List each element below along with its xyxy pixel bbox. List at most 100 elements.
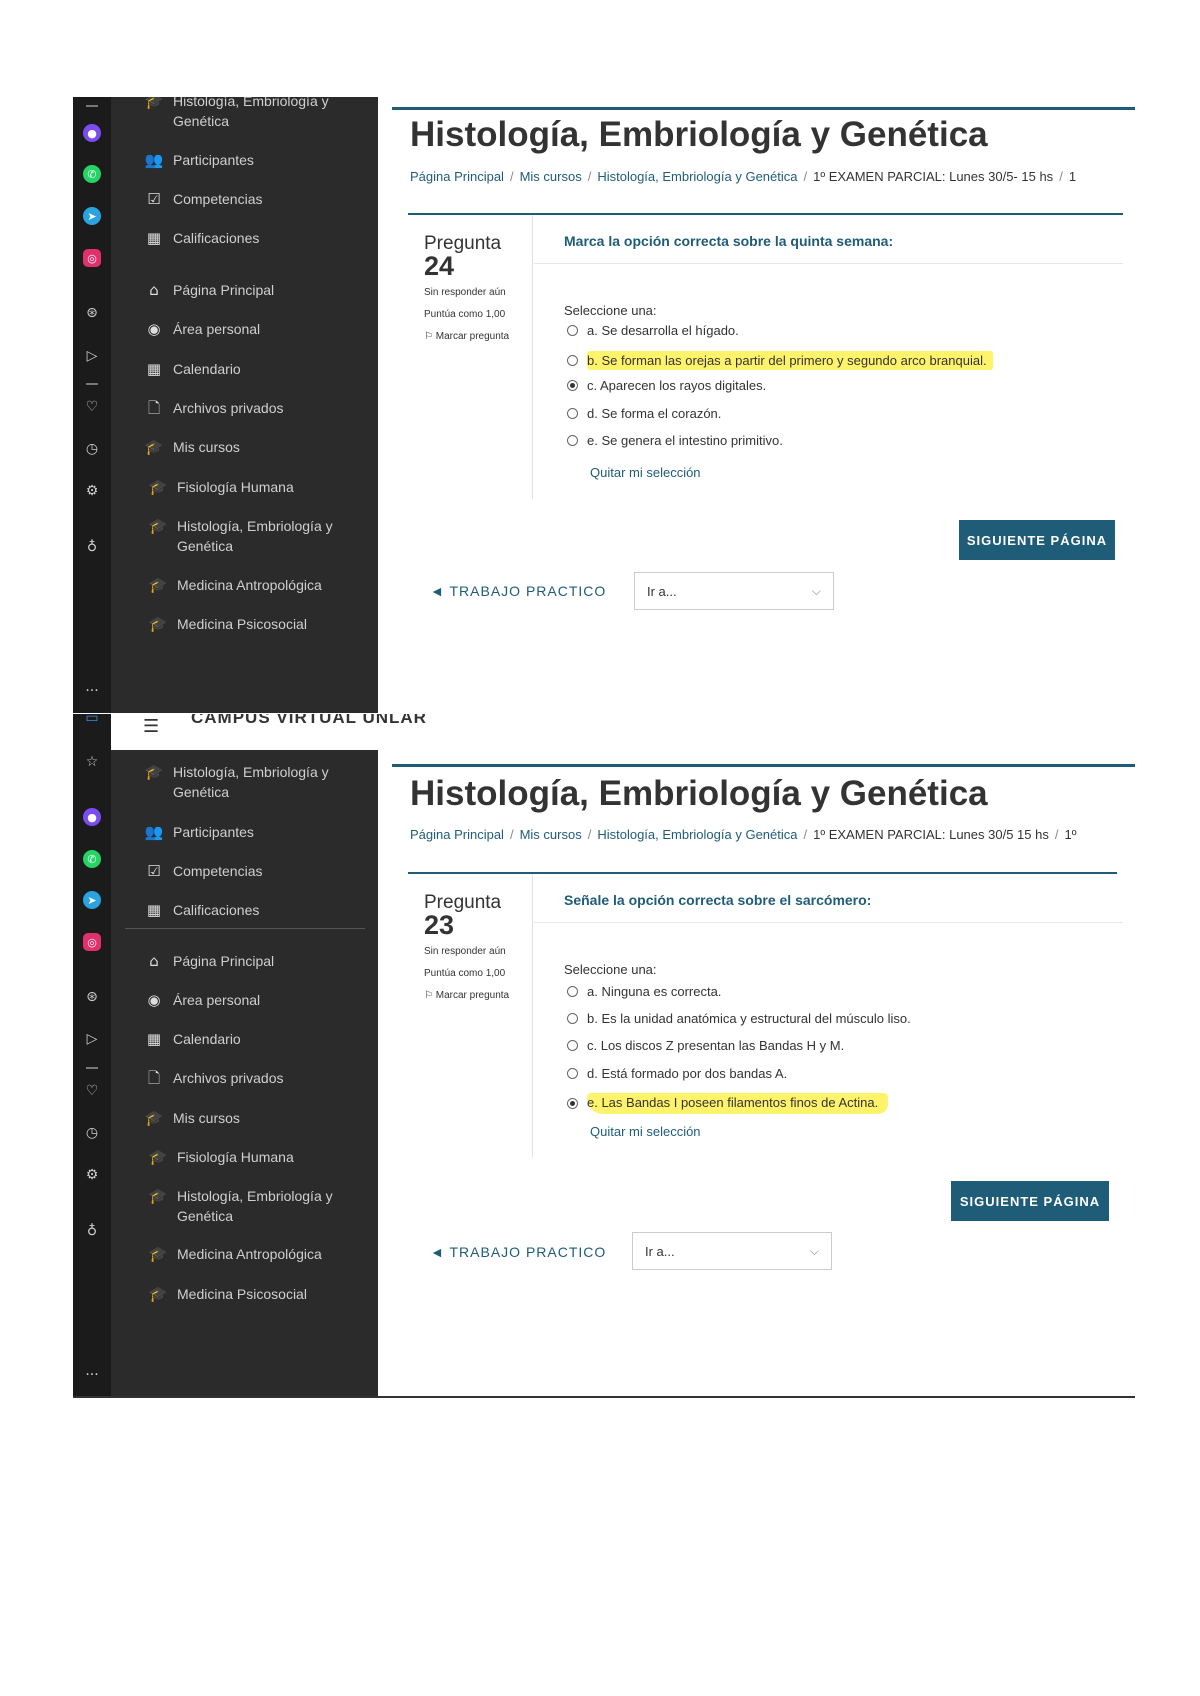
telegram-icon[interactable]: ➤ [83, 891, 101, 909]
messenger-icon[interactable]: ● [83, 808, 101, 826]
nav-item-grades[interactable]: ▦ Calificaciones [143, 228, 353, 248]
instagram-icon[interactable]: ◎ [83, 249, 101, 267]
jump-to-select[interactable]: Ir a... ⌵ [632, 1232, 832, 1270]
nav-item-course[interactable]: 🎓 Histología, Embriología y Genética [143, 97, 353, 131]
nav-item-course-antropologica[interactable]: 🎓 Medicina Antropológica [147, 1244, 357, 1264]
nav-item-calendar[interactable]: ▦ Calendario [143, 1029, 353, 1049]
send-icon[interactable]: ▷ [82, 346, 102, 366]
star-icon[interactable]: ☆ [82, 752, 102, 772]
nav-item-private-files[interactable]: 🗋 Archivos privados [143, 1068, 353, 1088]
breadcrumb-home[interactable]: Página Principal [410, 169, 504, 184]
player-icon[interactable]: ⊛ [82, 303, 102, 323]
nav-item-grades[interactable]: ▦ Calificaciones [143, 900, 353, 920]
nav-item-course[interactable]: 🎓 Histología, Embriología y Genética [143, 762, 353, 802]
history-icon[interactable]: ◷ [82, 439, 102, 459]
nav-item-my-courses[interactable]: 🎓 Mis cursos [143, 437, 353, 457]
option-e[interactable]: e. Se genera el intestino primitivo. [567, 433, 783, 448]
breadcrumb-exam[interactable]: 1º EXAMEN PARCIAL: Lunes 30/5 15 hs [813, 827, 1049, 842]
nav-item-course-fisiologia[interactable]: 🎓 Fisiología Humana [147, 1147, 357, 1167]
radio-button[interactable] [567, 355, 578, 366]
settings-icon[interactable]: ⚙ [82, 481, 102, 501]
nav-item-dashboard[interactable]: ◉ Área personal [143, 990, 353, 1010]
prev-activity-link[interactable]: ◄ TRABAJO PRACTICO [430, 583, 606, 599]
jump-to-select[interactable]: Ir a... ⌵ [634, 572, 834, 610]
nav-item-course-fisiologia[interactable]: 🎓 Fisiología Humana [147, 477, 357, 497]
instagram-icon[interactable]: ◎ [83, 933, 101, 951]
site-name[interactable]: CAMPUS VIRTUAL UNLAR [191, 714, 427, 728]
radio-button[interactable] [567, 325, 578, 336]
telegram-icon[interactable]: ➤ [83, 207, 101, 225]
more-icon[interactable]: ··· [82, 681, 102, 701]
radio-button-selected[interactable] [567, 380, 578, 391]
location-icon[interactable]: ♁ [82, 537, 102, 557]
nav-item-home[interactable]: ⌂ Página Principal [143, 951, 353, 971]
radio-button[interactable] [567, 1013, 578, 1024]
option-b[interactable]: b. Se forman las orejas a partir del pri… [567, 351, 993, 370]
send-icon[interactable]: ▷ [82, 1029, 102, 1049]
nav-label: Calificaciones [173, 902, 260, 918]
radio-button[interactable] [567, 986, 578, 997]
nav-item-participants[interactable]: 👥 Participantes [143, 822, 353, 842]
question-status: Sin responder aún [424, 287, 506, 298]
radio-button[interactable] [567, 1068, 578, 1079]
mortarboard-icon: 🎓 [144, 97, 164, 110]
next-page-button[interactable]: SIGUIENTE PÁGINA [951, 1181, 1109, 1221]
nav-label: Participantes [173, 152, 254, 168]
nav-item-my-courses[interactable]: 🎓 Mis cursos [143, 1108, 353, 1128]
table-icon: ▦ [146, 229, 162, 247]
option-b[interactable]: b. Es la unidad anatómica y estructural … [567, 1011, 911, 1026]
radio-button-selected[interactable] [567, 1098, 578, 1109]
flag-question[interactable]: ⚐ Marcar pregunta [424, 990, 509, 1001]
nav-label: Área personal [173, 992, 261, 1008]
whatsapp-icon[interactable]: ✆ [83, 850, 101, 868]
breadcrumb-course[interactable]: Histología, Embriología y Genética [597, 169, 797, 184]
history-icon[interactable]: ◷ [82, 1123, 102, 1143]
radio-button[interactable] [567, 408, 578, 419]
heart-icon[interactable]: ♡ [82, 397, 102, 417]
radio-button[interactable] [567, 1040, 578, 1051]
player-icon[interactable]: ⊛ [82, 987, 102, 1007]
prev-activity-link[interactable]: ◄ TRABAJO PRACTICO [430, 1244, 606, 1260]
nav-item-dashboard[interactable]: ◉ Área personal [143, 319, 353, 339]
nav-item-home[interactable]: ⌂ Página Principal [143, 280, 353, 300]
menu-icon[interactable]: ☰ [143, 716, 159, 737]
breadcrumb-my-courses[interactable]: Mis cursos [520, 827, 582, 842]
clear-choice-link[interactable]: Quitar mi selección [590, 1124, 701, 1139]
mortarboard-icon: 🎓 [148, 517, 168, 535]
nav-item-course-histologia[interactable]: 🎓 Histología, Embriología y Genética [147, 516, 357, 556]
option-label: a. Ninguna es correcta. [587, 984, 722, 999]
nav-item-competencies[interactable]: ☑ Competencias [143, 861, 353, 881]
more-icon[interactable]: ··· [82, 1365, 102, 1385]
heart-icon[interactable]: ♡ [82, 1081, 102, 1101]
tab-icon[interactable]: ▭ [82, 714, 102, 728]
breadcrumb-exam[interactable]: 1º EXAMEN PARCIAL: Lunes 30/5- 15 hs [813, 169, 1053, 184]
location-icon[interactable]: ♁ [82, 1221, 102, 1241]
nav-item-course-psicosocial[interactable]: 🎓 Medicina Psicosocial [147, 1284, 357, 1304]
radio-button[interactable] [567, 435, 578, 446]
nav-item-course-antropologica[interactable]: 🎓 Medicina Antropológica [147, 575, 357, 595]
option-c[interactable]: c. Aparecen los rayos digitales. [567, 378, 766, 393]
option-a[interactable]: a. Se desarrolla el hígado. [567, 323, 739, 338]
nav-item-competencies[interactable]: ☑ Competencias [143, 189, 353, 209]
next-page-button[interactable]: SIGUIENTE PÁGINA [959, 520, 1115, 560]
nav-item-private-files[interactable]: 🗋 Archivos privados [143, 398, 353, 418]
clear-choice-link[interactable]: Quitar mi selección [590, 465, 701, 480]
mortarboard-icon: 🎓 [144, 1109, 164, 1127]
breadcrumb-home[interactable]: Página Principal [410, 827, 504, 842]
settings-icon[interactable]: ⚙ [82, 1165, 102, 1185]
option-e[interactable]: e. Las Bandas I poseen filamentos finos … [567, 1093, 889, 1114]
nav-item-calendar[interactable]: ▦ Calendario [143, 359, 353, 379]
option-a[interactable]: a. Ninguna es correcta. [567, 984, 721, 999]
nav-item-course-histologia[interactable]: 🎓 Histología, Embriología y Genética [147, 1186, 357, 1226]
nav-item-participants[interactable]: 👥 Participantes [143, 150, 353, 170]
flag-question[interactable]: ⚐ Marcar pregunta [424, 331, 509, 342]
option-d[interactable]: d. Está formado por dos bandas A. [567, 1066, 787, 1081]
option-d[interactable]: d. Se forma el corazón. [567, 406, 721, 421]
whatsapp-icon[interactable]: ✆ [83, 165, 101, 183]
breadcrumb-course[interactable]: Histología, Embriología y Genética [597, 827, 797, 842]
nav-item-course-psicosocial[interactable]: 🎓 Medicina Psicosocial [147, 614, 357, 634]
breadcrumb-my-courses[interactable]: Mis cursos [520, 169, 582, 184]
question-points: Puntúa como 1,00 [424, 309, 506, 320]
option-c[interactable]: c. Los discos Z presentan las Bandas H y… [567, 1038, 844, 1053]
messenger-icon[interactable]: ● [83, 124, 101, 142]
